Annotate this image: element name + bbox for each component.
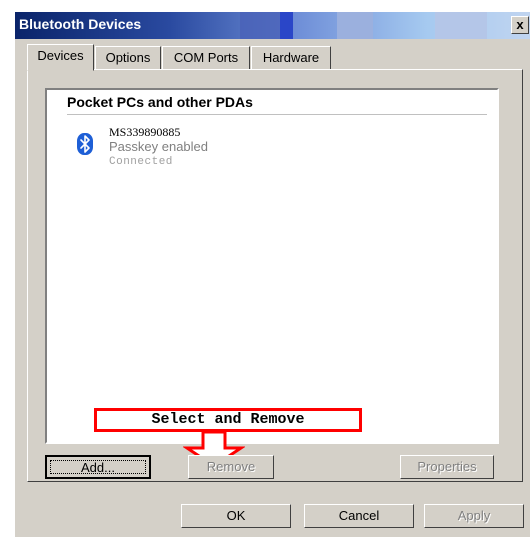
title-bar-decoration — [240, 12, 280, 39]
device-name: MS339890885 — [109, 125, 181, 139]
cancel-button[interactable]: Cancel — [304, 504, 414, 528]
tab-label: COM Ports — [173, 50, 239, 65]
add-button[interactable]: Add... — [45, 455, 151, 479]
device-passkey: Passkey enabled — [109, 139, 209, 154]
tab-hardware[interactable]: Hardware — [251, 46, 331, 70]
bluetooth-devices-window: Bluetooth Devices x Devices Options COM … — [14, 12, 530, 537]
tab-label: Devices — [37, 48, 84, 63]
device-group-header: Pocket PCs and other PDAs — [67, 94, 253, 110]
properties-button[interactable]: Properties — [400, 455, 494, 479]
close-button[interactable]: x — [511, 16, 529, 34]
tab-label: Options — [105, 50, 151, 65]
properties-button-label: Properties — [417, 459, 477, 474]
ok-button[interactable]: OK — [181, 504, 291, 528]
window-title: Bluetooth Devices — [19, 16, 142, 32]
device-list[interactable]: Pocket PCs and other PDAs MS339890885 Pa… — [45, 88, 499, 444]
cancel-button-label: Cancel — [338, 508, 380, 523]
title-bar-decoration — [435, 12, 487, 39]
apply-button[interactable]: Apply — [424, 504, 524, 528]
remove-button-label: Remove — [206, 459, 256, 474]
bluetooth-icon — [77, 133, 93, 155]
tab-label: Hardware — [262, 50, 320, 65]
device-list-item[interactable]: MS339890885 Passkey enabled Connected — [77, 125, 257, 175]
title-bar-decoration — [280, 12, 293, 39]
apply-button-label: Apply — [457, 508, 491, 523]
annotation-callout: Select and Remove — [94, 408, 362, 432]
title-bar[interactable]: Bluetooth Devices x — [15, 12, 530, 39]
focus-rect — [50, 460, 146, 474]
tab-options[interactable]: Options — [95, 46, 161, 70]
title-bar-decoration — [337, 12, 373, 39]
ok-button-label: OK — [226, 508, 246, 523]
tab-com-ports[interactable]: COM Ports — [162, 46, 250, 70]
group-divider — [67, 114, 487, 115]
device-status: Connected — [109, 156, 173, 168]
remove-button[interactable]: Remove — [188, 455, 274, 479]
tab-devices[interactable]: Devices — [27, 44, 94, 71]
